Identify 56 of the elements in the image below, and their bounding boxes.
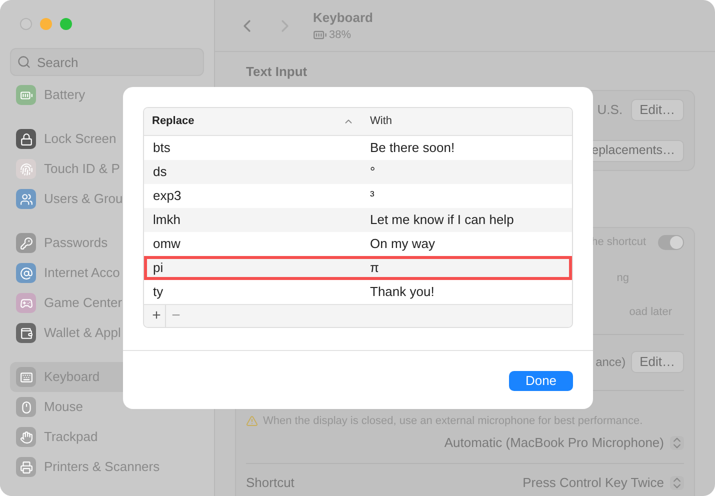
sidebar-item[interactable]: Battery [10,80,204,110]
mouse-icon [16,397,36,417]
table-cell-text: Be there soon! [369,139,456,158]
column-header[interactable]: With [362,108,572,135]
maximize-window-icon[interactable] [60,18,72,30]
keyboard-icon [16,367,36,387]
table-cell-text: ° [369,163,376,182]
search-icon [17,55,31,69]
gamepad-icon [16,293,36,313]
printer-icon [16,457,36,477]
search-field[interactable]: Search [10,48,204,76]
table-cell-text: lmkh [152,211,182,230]
done-button[interactable]: Done [509,371,573,391]
warning-icon [246,414,258,427]
language-value: ance) [596,354,626,371]
table-cell-text: ds [152,163,168,182]
setting-label: Shortcut [246,474,294,492]
table-cell-text: bts [152,139,172,158]
table-row[interactable]: pi π [144,256,572,280]
lock-icon [16,129,36,149]
table-cell-text: ty [152,283,164,302]
table-cell-text: π [369,259,380,278]
table-cell-text: pi [152,259,164,278]
sidebar-item[interactable]: Printers & Scanners [10,452,204,482]
battery-icon [16,85,36,105]
table-row[interactable]: ds ° [144,160,572,184]
users-icon [16,189,36,209]
column-header[interactable]: Replace [144,108,362,135]
edit-button[interactable]: Edit… [630,351,684,373]
microphone-value: Automatic (MacBook Pro Microphone) [444,434,664,452]
shortcut-value: Press Control Key Twice [522,474,664,492]
minimize-window-icon[interactable] [40,18,52,30]
table-cell-text: On my way [369,235,436,254]
toggle-switch[interactable] [658,235,684,250]
stepper-icon[interactable] [670,476,684,490]
key-icon [16,233,36,253]
table-cell-text: ³ [369,187,376,206]
wallet-icon [16,323,36,343]
table-row[interactable]: lmkh Let me know if I can help [144,208,572,232]
sidebar-item[interactable]: Trackpad [10,422,204,452]
table-cell-text: Let me know if I can help [369,211,515,230]
edit-button[interactable]: Edit… [630,98,684,120]
battery-level: 38% [329,28,352,43]
sidebar-item[interactable]: Mouse [10,392,204,422]
window-title: Keyboard [313,8,373,27]
close-window-icon[interactable] [20,18,32,30]
table-cell-text: exp3 [152,187,182,206]
section-title: Text Input [245,63,308,81]
table-cell-text: omw [152,235,182,254]
fingerprint-icon [16,159,36,179]
input-source-value: U.S. [597,100,623,119]
hand-icon [16,427,36,447]
stepper-icon[interactable] [670,436,684,450]
table-cell-text: Thank you! [369,283,436,302]
at-sign-icon [16,263,36,283]
add-button[interactable]: + [148,304,166,327]
